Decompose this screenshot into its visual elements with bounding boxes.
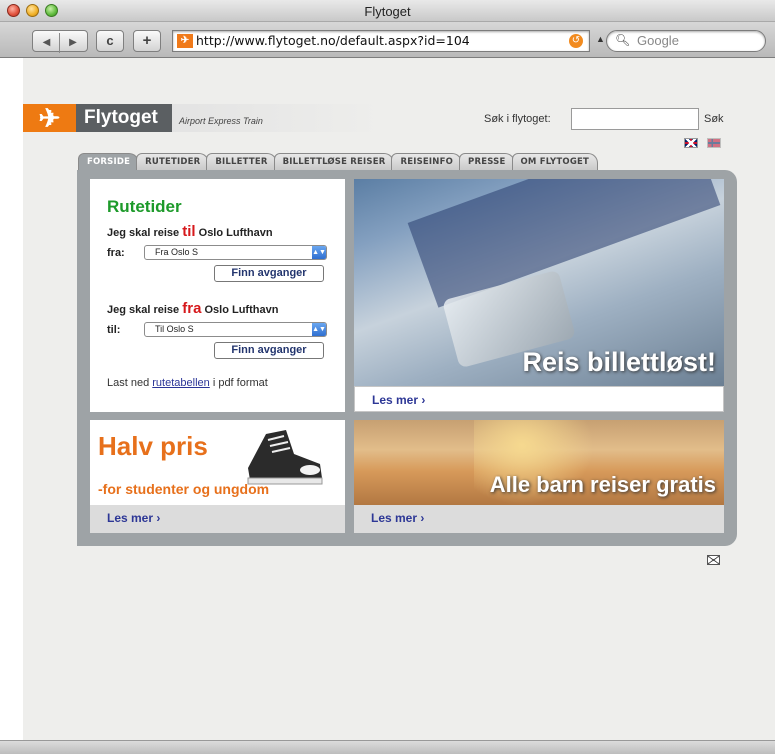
forward-arrow-icon[interactable]: ▶: [60, 33, 86, 53]
kids-beach-image: Alle barn reiser gratis: [354, 420, 724, 505]
english-flag-icon[interactable]: [684, 138, 698, 148]
ticketless-more-link[interactable]: Les mer ›: [372, 393, 425, 407]
search-placeholder: Google: [637, 33, 679, 48]
ticketless-headline: Reis billettløst!: [522, 347, 716, 377]
norwegian-flag-icon[interactable]: [707, 138, 721, 148]
ticketless-banner[interactable]: Reis billettløst!: [354, 179, 724, 386]
back-forward-buttons[interactable]: ◀ ▶: [32, 30, 88, 53]
browser-search-field[interactable]: 🔍︎ Google: [606, 30, 766, 52]
card-stripe: [407, 179, 721, 308]
reload-button[interactable]: c: [96, 30, 124, 52]
half-price-subtitle: -for studenter og ungdom: [98, 481, 270, 497]
from-airport-lead: Jeg skal reise fra Oslo Lufthavn: [107, 300, 279, 317]
chevron-right-icon: ›: [421, 393, 426, 407]
to-station-select[interactable]: Til Oslo S ▲▼: [144, 322, 327, 337]
from-station-value: Fra Oslo S: [155, 247, 199, 257]
browser-toolbar: ◀ ▶ c + ✈ http://www.flytoget.no/default.…: [0, 22, 775, 58]
to-airport-lead: Jeg skal reise til Oslo Lufthavn: [107, 223, 273, 240]
select-arrow-icon: ▲▼: [312, 323, 326, 336]
search-icon: 🔍︎: [615, 33, 631, 47]
window-titlebar: Flytoget: [0, 0, 775, 22]
from-station-select[interactable]: Fra Oslo S ▲▼: [144, 245, 327, 260]
site-search-button[interactable]: Søk: [704, 113, 724, 125]
site-search-input[interactable]: [571, 108, 699, 130]
logo-tagline: Airport Express Train: [179, 116, 263, 126]
half-price-title: Halv pris: [98, 431, 208, 461]
kids-more-link[interactable]: Les mer ›: [371, 511, 424, 525]
download-timetable-text: Last ned rutetabellen i pdf format: [107, 377, 268, 389]
route-search-panel: Rutetider Jeg skal reise til Oslo Luftha…: [90, 179, 345, 412]
to-label: til:: [107, 323, 121, 336]
kids-more-strip: Les mer ›: [354, 505, 724, 533]
plane-icon: ✈: [23, 104, 76, 132]
tab-rutetider[interactable]: RUTETIDER: [136, 153, 210, 171]
timetable-link[interactable]: rutetabellen: [152, 377, 210, 389]
browser-statusbar: [0, 740, 775, 754]
content-frame: Rutetider Jeg skal reise til Oslo Luftha…: [77, 170, 737, 546]
site-favicon-icon: ✈: [177, 34, 193, 48]
email-icon[interactable]: [707, 555, 720, 565]
tab-billetter[interactable]: BILLETTER: [206, 153, 277, 171]
back-arrow-icon[interactable]: ◀: [34, 33, 60, 53]
window-title: Flytoget: [364, 4, 411, 19]
kids-free-banner[interactable]: Alle barn reiser gratis Les mer ›: [354, 420, 724, 533]
address-bar[interactable]: ✈ http://www.flytoget.no/default.aspx?id…: [172, 30, 590, 52]
chevron-right-icon: ›: [420, 511, 425, 525]
tab-forside[interactable]: FORSIDE: [78, 153, 140, 171]
student-more-strip: Les mer ›: [90, 505, 345, 533]
kids-free-title: Alle barn reiser gratis: [489, 472, 716, 497]
web-page: ✈ Flytoget Airport Express Train Søk i f…: [23, 58, 775, 740]
student-discount-image: Halv pris -for studenter og ungdom: [90, 420, 345, 505]
url-text[interactable]: http://www.flytoget.no/default.aspx?id=1…: [196, 33, 470, 48]
main-navigation: FORSIDE RUTETIDER BILLETTER BILLETTLØSE …: [78, 153, 599, 171]
sneaker-icon: [247, 430, 323, 485]
ticketless-more-strip: Les mer ›: [354, 386, 724, 412]
logo-name: Flytoget: [76, 104, 172, 132]
route-title: Rutetider: [107, 197, 182, 216]
from-label: fra:: [107, 246, 125, 259]
add-bookmark-button[interactable]: +: [133, 30, 161, 52]
site-search-label: Søk i flytoget:: [484, 113, 551, 125]
snapback-icon[interactable]: ↺: [569, 34, 583, 48]
tab-billettlose-reiser[interactable]: BILLETTLØSE REISER: [273, 153, 395, 171]
student-discount-banner[interactable]: Halv pris -for studenter og ungdom Les m…: [90, 420, 345, 533]
to-station-value: Til Oslo S: [155, 324, 194, 334]
select-arrow-icon: ▲▼: [312, 246, 326, 259]
tab-presse[interactable]: PRESSE: [459, 153, 515, 171]
tab-reiseinfo[interactable]: REISEINFO: [391, 153, 463, 171]
find-departures-from-airport-button[interactable]: Finn avganger: [214, 342, 324, 359]
search-engine-dropdown-icon[interactable]: ▲: [596, 34, 605, 44]
student-more-link[interactable]: Les mer ›: [107, 511, 160, 525]
tab-om-flytoget[interactable]: OM FLYTOGET: [511, 153, 599, 171]
chevron-right-icon: ›: [156, 511, 161, 525]
site-logo[interactable]: ✈ Flytoget Airport Express Train: [23, 104, 383, 132]
find-departures-to-airport-button[interactable]: Finn avganger: [214, 265, 324, 282]
